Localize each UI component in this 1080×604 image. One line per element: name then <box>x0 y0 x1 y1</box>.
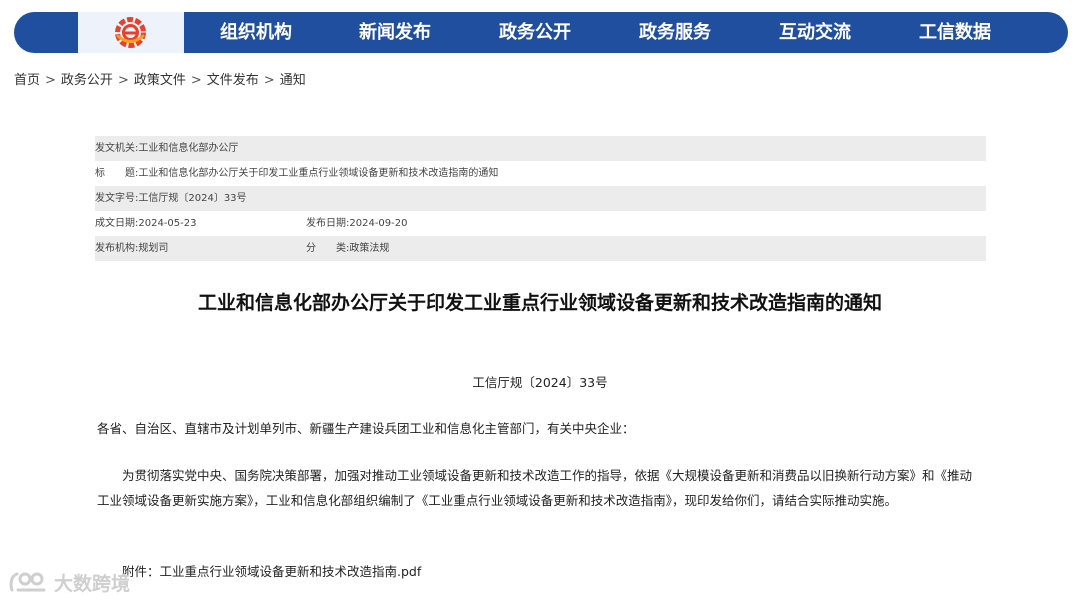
meta-published: 发布日期:2024-09-20 <box>306 211 408 236</box>
meta-category-value: 政策法规 <box>349 243 390 254</box>
meta-issuer: 发文机关:工业和信息化部办公厅 <box>95 136 238 161</box>
meta-row-org: 发布机构:规划司 分 类:政策法规 <box>95 236 986 261</box>
nav-item-org[interactable]: 组织机构 <box>220 12 292 53</box>
meta-issuer-label: 发文机关: <box>95 143 139 154</box>
breadcrumb-policy-docs[interactable]: 政策文件 <box>134 73 186 88</box>
meta-category: 分 类:政策法规 <box>306 236 389 261</box>
document-number: 工信厅规〔2024〕33号 <box>472 375 608 390</box>
nav-item-data[interactable]: 工信数据 <box>919 12 991 53</box>
document-title: 工业和信息化部办公厅关于印发工业重点行业领域设备更新和技术改造指南的通知 <box>197 292 882 314</box>
breadcrumb-doc-release[interactable]: 文件发布 <box>207 73 259 88</box>
nav-item-gov-services[interactable]: 政务服务 <box>639 12 711 53</box>
top-nav-bar: 组织机构 新闻发布 政务公开 政务服务 互动交流 工信数据 <box>14 12 1068 53</box>
document-body-paragraph: 为贯彻落实党中央、国务院决策部署，加强对推动工业领域设备更新和技术改造工作的指导… <box>97 468 973 508</box>
meta-doc-no-label: 发文字号: <box>95 193 139 204</box>
meta-row-doc-no: 发文字号:工信厅规〔2024〕33号 <box>95 186 986 211</box>
meta-title-label: 标 题: <box>95 168 139 179</box>
breadcrumb-separator: > <box>263 73 275 88</box>
meta-org-value: 规划司 <box>138 243 169 254</box>
breadcrumb-home[interactable]: 首页 <box>14 73 40 88</box>
meta-category-label: 分 类: <box>306 243 350 254</box>
breadcrumb-notice[interactable]: 通知 <box>280 73 306 88</box>
watermark: 大数跨境 <box>8 568 130 596</box>
nav-item-gov-affairs[interactable]: 政务公开 <box>499 12 571 53</box>
meta-title-value: 工业和信息化部办公厅关于印发工业重点行业领域设备更新和技术改造指南的通知 <box>138 168 499 179</box>
nav-item-interaction[interactable]: 互动交流 <box>779 12 851 53</box>
document-meta-table: 发文机关:工业和信息化部办公厅 标 题:工业和信息化部办公厅关于印发工业重点行业… <box>95 136 986 261</box>
attachment-link[interactable]: 工业重点行业领域设备更新和技术改造指南.pdf <box>160 564 422 579</box>
meta-row-issuer: 发文机关:工业和信息化部办公厅 <box>95 136 986 161</box>
meta-title: 标 题:工业和信息化部办公厅关于印发工业重点行业领域设备更新和技术改造指南的通知 <box>95 161 498 186</box>
meta-created-label: 成文日期: <box>95 218 139 229</box>
logo-box[interactable] <box>78 12 184 53</box>
meta-published-label: 发布日期: <box>306 218 350 229</box>
meta-row-title: 标 题:工业和信息化部办公厅关于印发工业重点行业领域设备更新和技术改造指南的通知 <box>95 161 986 186</box>
meta-doc-no: 发文字号:工信厅规〔2024〕33号 <box>95 186 247 211</box>
meta-created: 成文日期:2024-05-23 <box>95 211 197 236</box>
document-addressee: 各省、自治区、直辖市及计划单列市、新疆生产建设兵团工业和信息化主管部门，有关中央… <box>97 421 635 436</box>
meta-created-value: 2024-05-23 <box>138 218 197 229</box>
meta-issuer-value: 工业和信息化部办公厅 <box>138 143 239 154</box>
document-attachment: 附件：工业重点行业领域设备更新和技术改造指南.pdf <box>122 559 1007 584</box>
nav-item-news[interactable]: 新闻发布 <box>359 12 431 53</box>
breadcrumb-separator: > <box>45 73 56 88</box>
breadcrumb-separator: > <box>117 73 129 88</box>
breadcrumb-gov-affairs[interactable]: 政务公开 <box>61 73 113 88</box>
watermark-text: 大数跨境 <box>54 572 131 595</box>
meta-row-dates: 成文日期:2024-05-23 发布日期:2024-09-20 <box>95 211 986 236</box>
meta-org: 发布机构:规划司 <box>95 236 168 261</box>
meta-published-value: 2024-09-20 <box>349 218 408 229</box>
breadcrumb: 首页 > 政务公开 > 政策文件 > 文件发布 > 通知 <box>14 69 306 88</box>
dashuju-logo-icon <box>9 572 46 592</box>
ministry-logo-icon <box>115 17 146 48</box>
meta-org-label: 发布机构: <box>95 243 139 254</box>
meta-doc-no-value: 工信厅规〔2024〕33号 <box>138 193 247 204</box>
breadcrumb-separator: > <box>190 73 202 88</box>
